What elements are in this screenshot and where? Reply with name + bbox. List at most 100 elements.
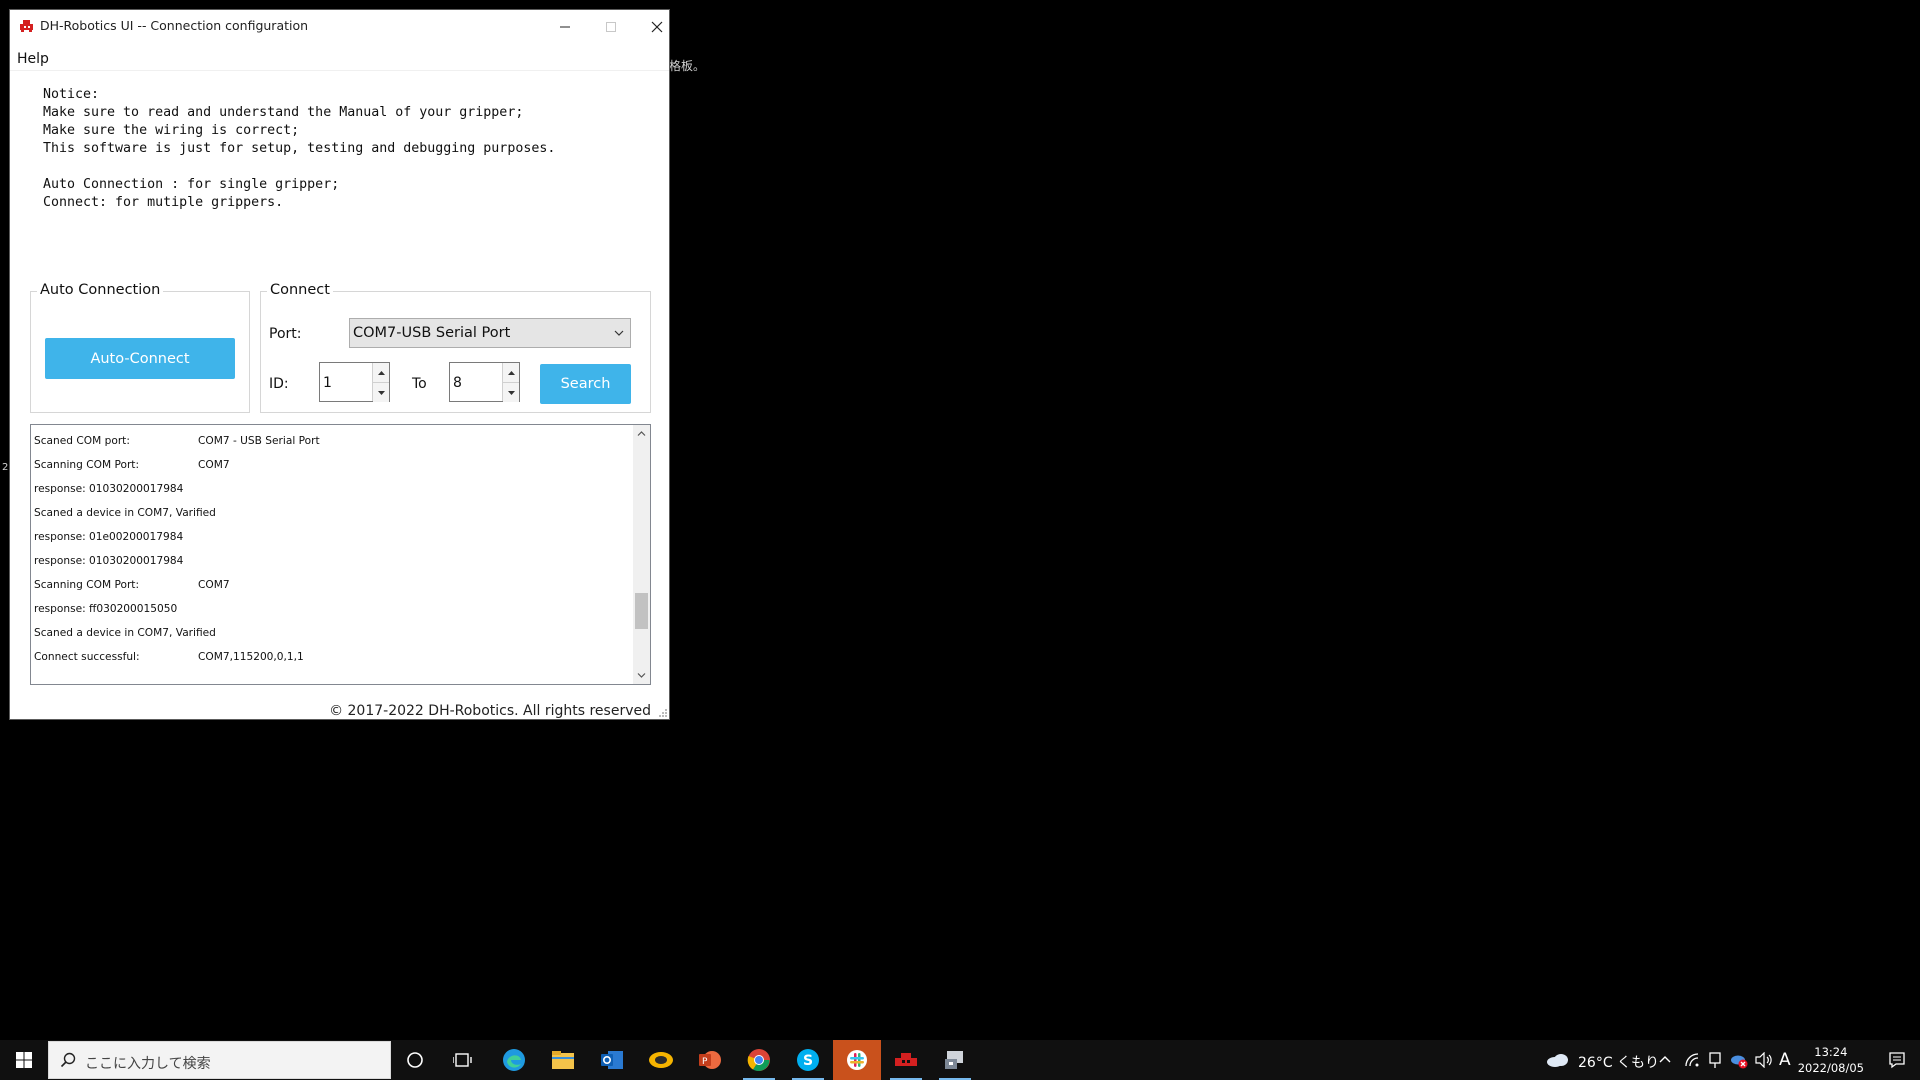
- clock-time: 13:24: [1814, 1045, 1848, 1059]
- powerpoint-icon: P: [699, 1051, 721, 1069]
- start-button[interactable]: [0, 1040, 48, 1080]
- id-from-decrement-button[interactable]: [373, 383, 389, 402]
- log-row-message: Scanning COM Port:: [34, 579, 140, 591]
- scroll-thumb[interactable]: [635, 593, 648, 629]
- cortana-button[interactable]: [391, 1040, 439, 1080]
- port-select-value: COM7-USB Serial Port: [353, 325, 511, 341]
- minimize-icon: [560, 26, 570, 28]
- caret-down-icon: [377, 390, 385, 395]
- caret-down-icon: [507, 390, 515, 395]
- search-icon: [60, 1052, 76, 1068]
- app-taskbar-button-11[interactable]: [931, 1040, 979, 1080]
- file-explorer-taskbar-button[interactable]: [539, 1040, 587, 1080]
- powerpoint-taskbar-button[interactable]: P: [686, 1040, 734, 1080]
- maximize-icon: [606, 22, 616, 32]
- edge-browser-icon: [503, 1049, 525, 1071]
- id-to-decrement-button[interactable]: [503, 383, 519, 402]
- caret-up-icon: [377, 370, 385, 375]
- onedrive-error-icon[interactable]: [1730, 1051, 1748, 1069]
- id-to-increment-button[interactable]: [503, 363, 519, 383]
- port-select[interactable]: COM7-USB Serial Port: [349, 318, 631, 348]
- search-button[interactable]: Search: [540, 364, 631, 404]
- edge-taskbar-button[interactable]: [490, 1040, 538, 1080]
- copyright-text: © 2017-2022 DH-Robotics. All rights rese…: [329, 703, 651, 719]
- connect-group: Connect Port: COM7-USB Serial Port ID: 1…: [260, 282, 651, 413]
- log-row-message: Scaned a device in COM7, Varified: [34, 627, 216, 639]
- log-list[interactable]: Scaned COM port: COM7 - USB Serial Port Sc…: [30, 424, 651, 685]
- taskbar-search-input[interactable]: ここに入力して検索: [48, 1041, 391, 1079]
- chevron-up-icon[interactable]: [1659, 1055, 1671, 1063]
- volume-icon[interactable]: [1755, 1052, 1773, 1068]
- id-from-stepper-buttons: [372, 363, 389, 402]
- connection-config-window: DH-Robotics UI -- Connection configurati…: [9, 9, 670, 720]
- windows-logo-icon: [16, 1052, 32, 1068]
- skype-taskbar-button[interactable]: S: [784, 1040, 832, 1080]
- wifi-icon[interactable]: [1684, 1052, 1700, 1068]
- chrome-taskbar-button[interactable]: [735, 1040, 783, 1080]
- log-row-message: Connect successful:: [34, 651, 140, 663]
- chevron-down-icon: [637, 673, 646, 678]
- scroll-down-button[interactable]: [633, 667, 650, 684]
- robot-app-icon: [895, 1053, 917, 1066]
- cloud-weather-icon: [1547, 1054, 1568, 1067]
- id-label: ID:: [269, 376, 289, 392]
- log-row-message: response: 01e00200017984: [34, 531, 184, 543]
- auto-connection-group: Auto Connection Auto-Connect: [30, 282, 250, 413]
- log-scrollbar[interactable]: [633, 425, 650, 684]
- slack-taskbar-button[interactable]: [833, 1040, 881, 1080]
- caret-up-icon: [507, 370, 515, 375]
- maximize-button[interactable]: [588, 10, 634, 44]
- network-device-icon: [945, 1051, 963, 1069]
- search-placeholder: ここに入力して検索: [85, 1056, 211, 1072]
- auto-connect-button[interactable]: Auto-Connect: [45, 338, 235, 379]
- log-row-value: COM7: [198, 459, 230, 471]
- notification-center-icon[interactable]: [1888, 1051, 1906, 1069]
- minimize-button[interactable]: [542, 10, 588, 44]
- app-taskbar-button-5[interactable]: [637, 1040, 685, 1080]
- log-row-message: response: 01030200017984: [34, 555, 184, 567]
- close-icon: [651, 21, 663, 33]
- outlook-icon: [601, 1051, 623, 1069]
- taskbar: ここに入力して検索 P S 26°C くもり A 13:24 2022/08/0…: [0, 1040, 1920, 1080]
- id-to-stepper[interactable]: 8: [449, 362, 520, 402]
- notice-text: Notice: Make sure to read and understand…: [43, 87, 556, 210]
- skype-icon: S: [797, 1049, 819, 1071]
- menu-bar: Help: [10, 44, 669, 71]
- to-label: To: [412, 376, 427, 392]
- port-label: Port:: [269, 326, 302, 342]
- id-to-stepper-buttons: [502, 363, 519, 402]
- task-view-button[interactable]: [439, 1040, 487, 1080]
- outlook-taskbar-button[interactable]: [588, 1040, 636, 1080]
- connect-group-title: Connect: [267, 282, 333, 298]
- usb-device-icon[interactable]: [1708, 1051, 1722, 1069]
- log-row-message: Scaned a device in COM7, Varified: [34, 507, 216, 519]
- background-window-text-left: 2: [2, 462, 9, 473]
- log-row-value: COM7: [198, 579, 230, 591]
- ime-indicator[interactable]: A: [1779, 1050, 1791, 1070]
- log-row-value: COM7 - USB Serial Port: [198, 435, 320, 447]
- id-from-value: 1: [323, 375, 332, 391]
- log-row-message: response: 01030200017984: [34, 483, 184, 495]
- auto-connection-group-title: Auto Connection: [37, 282, 164, 298]
- background-window-text: 格板。: [669, 59, 706, 73]
- scroll-up-button[interactable]: [633, 425, 650, 442]
- cortana-circle-icon: [407, 1052, 423, 1068]
- clock[interactable]: 13:24 2022/08/05: [1798, 1044, 1864, 1076]
- menu-item-help[interactable]: Help: [17, 51, 49, 67]
- window-title: DH-Robotics UI -- Connection configurati…: [40, 18, 309, 33]
- app-robot-icon: [20, 20, 33, 32]
- weather-text[interactable]: 26°C くもり: [1578, 1052, 1659, 1072]
- id-from-stepper[interactable]: 1: [319, 362, 390, 402]
- title-bar[interactable]: DH-Robotics UI -- Connection configurati…: [10, 10, 669, 44]
- resize-grip-icon[interactable]: [658, 708, 668, 718]
- log-row-message: response: ff030200015050: [34, 603, 178, 615]
- svg-text:S: S: [803, 1053, 813, 1069]
- close-button[interactable]: [634, 10, 680, 44]
- slack-icon: [847, 1050, 867, 1070]
- folder-icon: [552, 1051, 574, 1069]
- dh-robotics-taskbar-button[interactable]: [882, 1040, 930, 1080]
- id-from-increment-button[interactable]: [373, 363, 389, 383]
- task-view-icon: [453, 1053, 472, 1067]
- clock-date: 2022/08/05: [1797, 1061, 1864, 1075]
- chrome-icon: [747, 1049, 770, 1071]
